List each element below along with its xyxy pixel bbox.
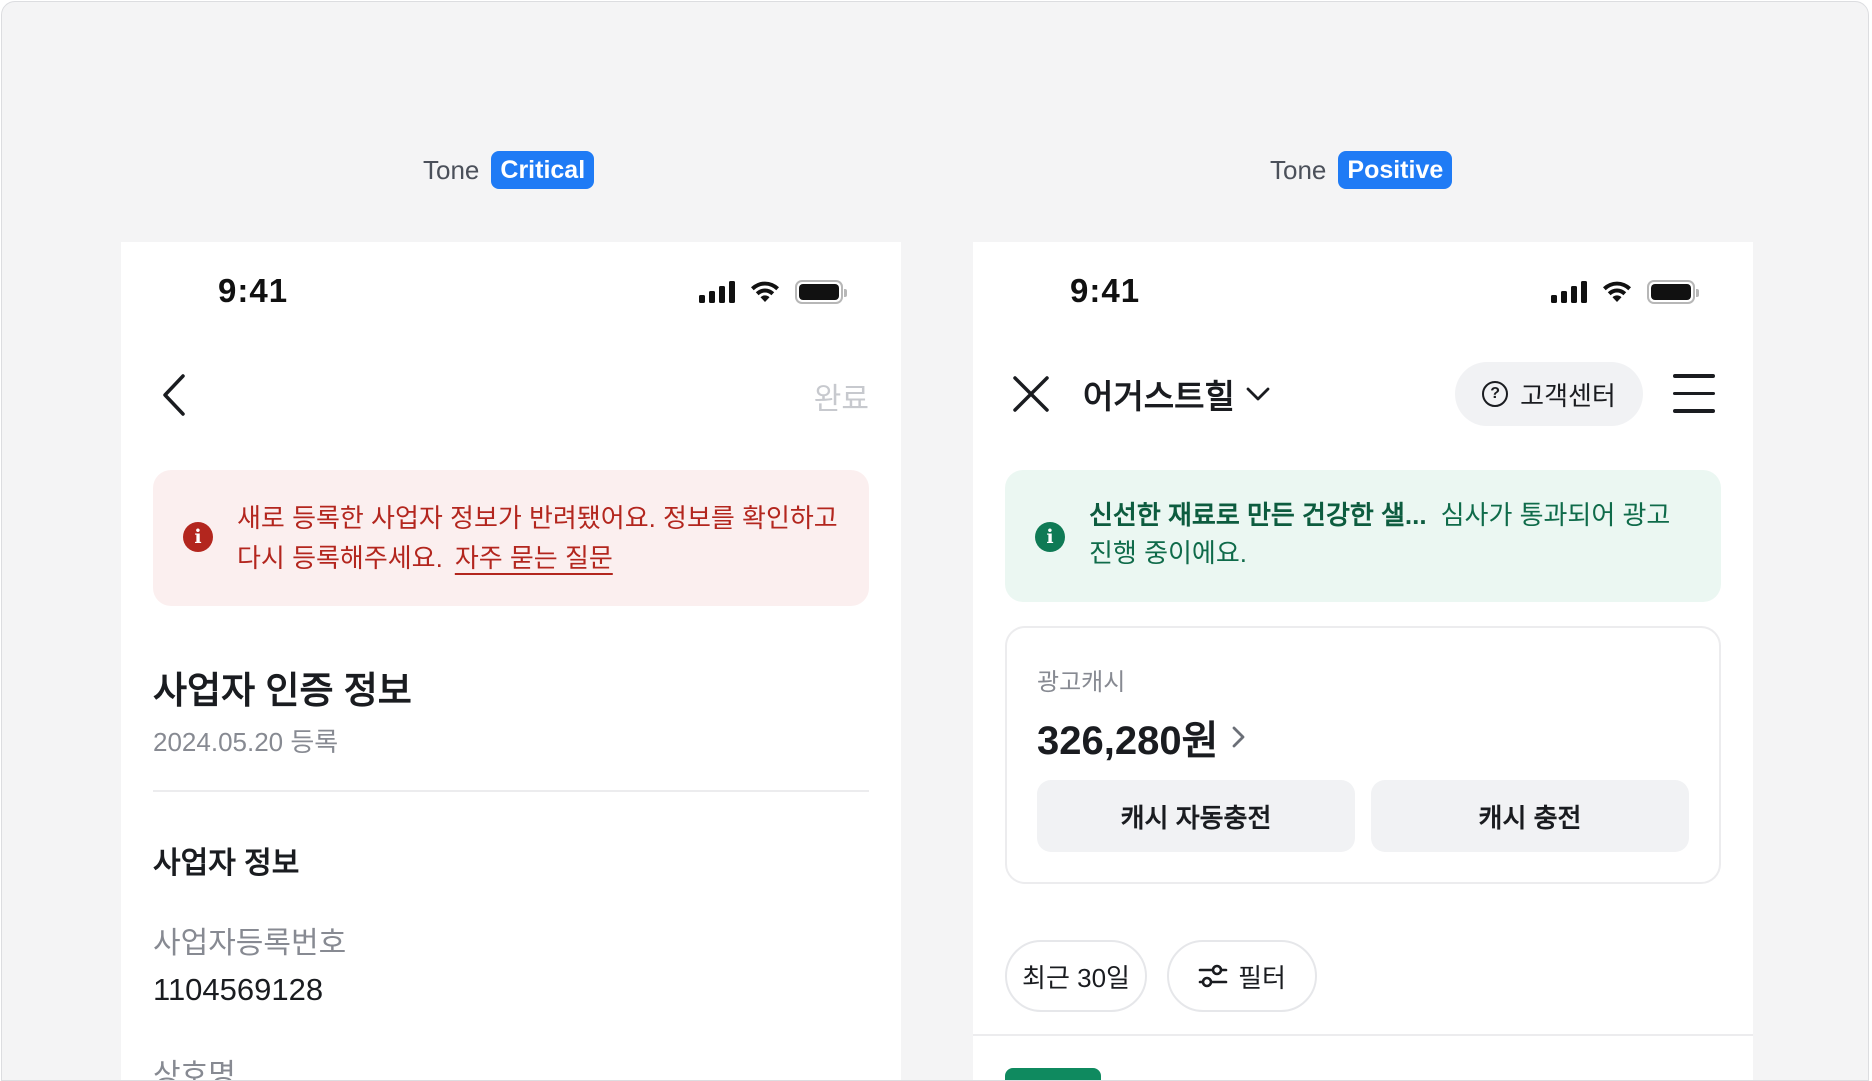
- ad-cash-value: 326,280원: [1037, 719, 1219, 763]
- close-icon[interactable]: [1009, 372, 1053, 416]
- status-bar: 9:41: [121, 272, 901, 312]
- critical-alert-text: 새로 등록한 사업자 정보가 반려됐어요. 정보를 확인하고 다시 등록해주세요…: [237, 498, 847, 578]
- battery-icon: [795, 280, 847, 304]
- tone-badge-critical: Critical: [491, 151, 595, 189]
- info-icon: i: [183, 522, 213, 552]
- filter-label: 필터: [1238, 962, 1286, 993]
- period-filter-chip[interactable]: 최근 30일: [1005, 940, 1147, 1012]
- back-icon[interactable]: [157, 370, 197, 420]
- company-name-label: 상호명: [153, 1059, 236, 1081]
- battery-icon: [1647, 280, 1699, 304]
- registration-date: 2024.05.20 등록: [153, 727, 339, 757]
- question-icon: ?: [1482, 381, 1509, 407]
- tone-label-critical: Tone Critical: [423, 150, 595, 190]
- chevron-right-icon: [1232, 726, 1245, 748]
- help-center-button[interactable]: ? 고객센터: [1455, 362, 1643, 426]
- business-number-label: 사업자등록번호: [153, 927, 347, 960]
- divider: [973, 1034, 1753, 1036]
- phone-positive: 9:41 어거스트힐 ? 고객센터 i 신선한 재료로 만든 건강한 샐... …: [973, 242, 1753, 1080]
- divider: [153, 790, 869, 792]
- faq-link[interactable]: 자주 묻는 질문: [455, 543, 613, 573]
- wifi-icon: [1603, 281, 1631, 302]
- chevron-down-icon: [1246, 387, 1270, 401]
- canvas: Tone Critical Tone Positive 9:41 완료 i 새로…: [1, 1, 1869, 1081]
- status-icons: [699, 280, 847, 304]
- ad-cash-amount[interactable]: 326,280원: [1037, 708, 1248, 766]
- tone-label-text: Tone: [1270, 154, 1327, 185]
- done-button[interactable]: 완료: [814, 374, 869, 418]
- tone-badge-positive: Positive: [1338, 151, 1453, 189]
- info-icon: i: [1035, 522, 1065, 552]
- signal-icon: [1551, 281, 1587, 303]
- filter-chip[interactable]: 필터: [1167, 940, 1317, 1012]
- charge-button[interactable]: 캐시 충전: [1371, 780, 1689, 852]
- sliders-icon: [1198, 964, 1228, 988]
- page-title: 사업자 인증 정보: [153, 670, 412, 711]
- business-number-value: 1104569128: [153, 972, 324, 1007]
- tone-label-text: Tone: [423, 154, 480, 185]
- auto-charge-button[interactable]: 캐시 자동충전: [1037, 780, 1355, 852]
- positive-alert: i 신선한 재료로 만든 건강한 샐... 심사가 통과되어 광고 진행 중이에요…: [1005, 470, 1721, 602]
- ad-cash-label: 광고캐시: [1037, 669, 1126, 696]
- status-icons: [1551, 280, 1699, 304]
- positive-alert-text: 신선한 재료로 만든 건강한 샐... 심사가 통과되어 광고 진행 중이에요.: [1089, 496, 1699, 572]
- status-badge: [1005, 1068, 1101, 1080]
- phone-critical: 9:41 완료 i 새로 등록한 사업자 정보가 반려됐어요. 정보를 확인하고…: [121, 242, 901, 1081]
- store-name: 어거스트힐: [1083, 378, 1235, 415]
- period-filter-label: 최근 30일: [1022, 962, 1130, 993]
- tone-label-positive: Tone Positive: [1270, 150, 1453, 190]
- wifi-icon: [751, 281, 779, 302]
- store-selector[interactable]: 어거스트힐: [1083, 370, 1271, 418]
- status-bar: 9:41: [973, 272, 1753, 312]
- menu-icon[interactable]: [1673, 374, 1715, 414]
- ad-cash-card: 광고캐시 326,280원 캐시 자동충전 캐시 충전: [1005, 626, 1721, 884]
- status-time: 9:41: [218, 272, 289, 309]
- signal-icon: [699, 281, 735, 303]
- positive-alert-title: 신선한 재료로 만든 건강한 샐...: [1089, 500, 1427, 530]
- help-center-label: 고객센터: [1520, 380, 1616, 411]
- business-info-title: 사업자 정보: [153, 847, 300, 880]
- status-time: 9:41: [1070, 272, 1141, 309]
- critical-alert: i 새로 등록한 사업자 정보가 반려됐어요. 정보를 확인하고 다시 등록해주…: [153, 470, 869, 606]
